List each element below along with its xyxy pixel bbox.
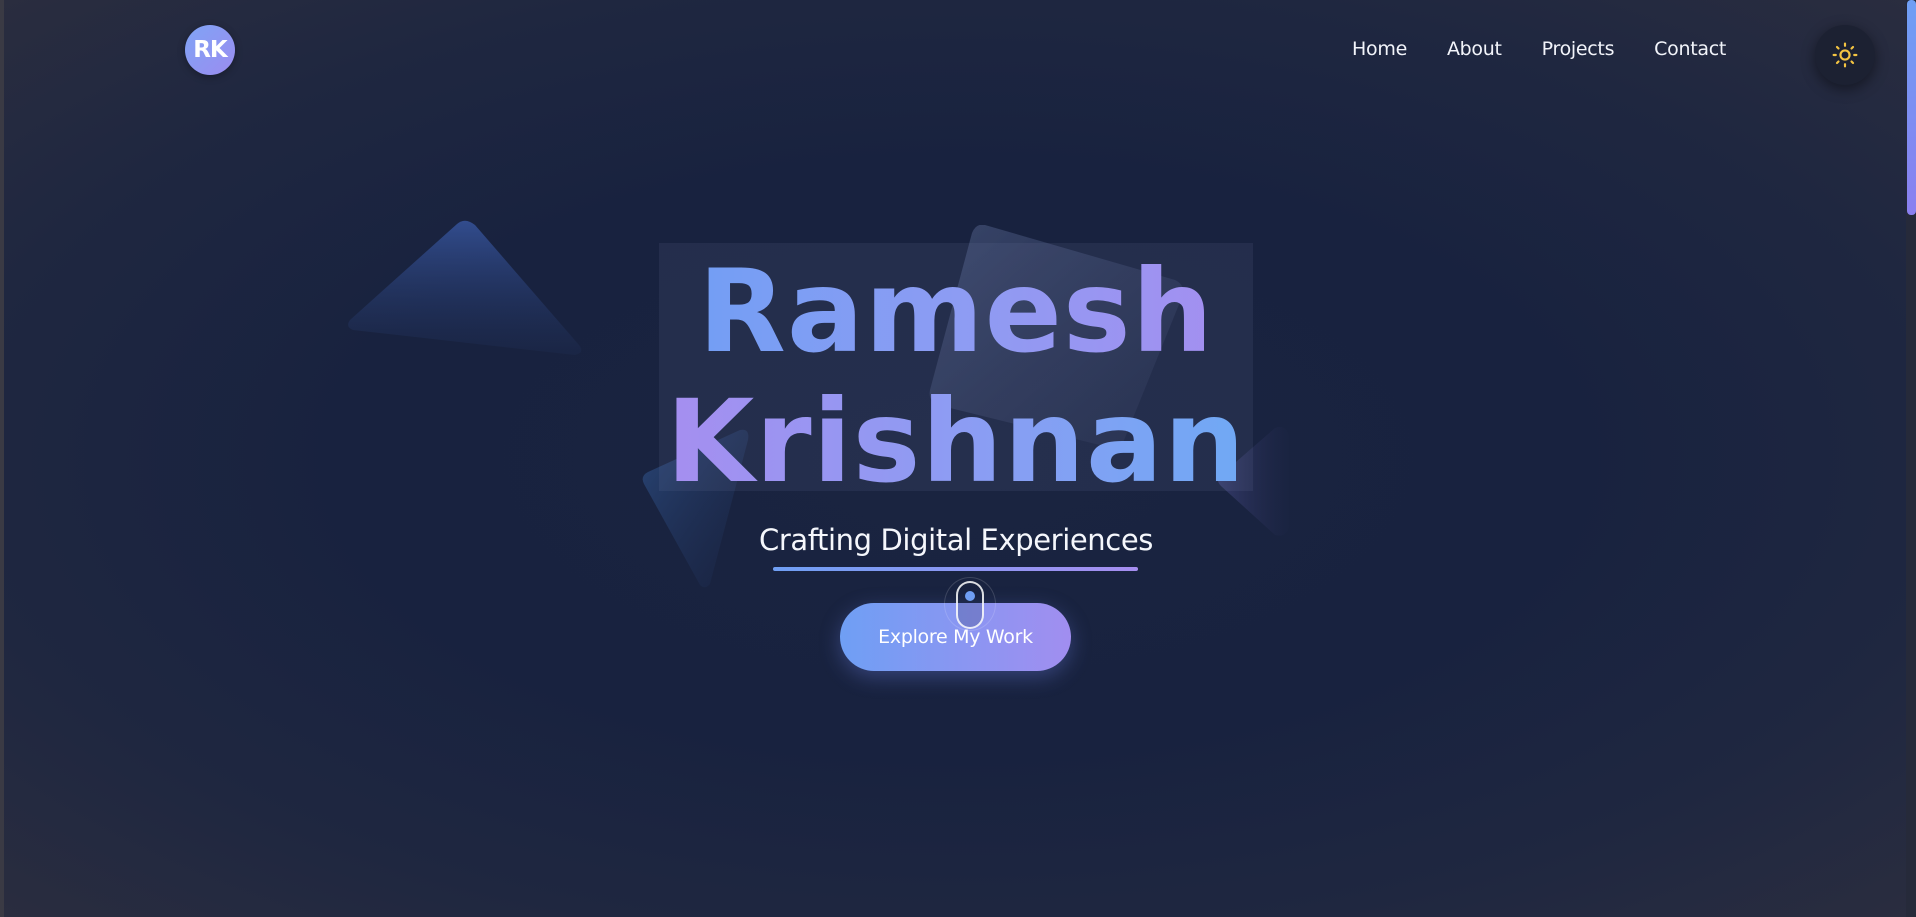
sun-icon (1832, 42, 1858, 68)
tagline-underline (773, 567, 1138, 571)
decorative-triangle-left (348, 220, 582, 355)
scrollbar-thumb[interactable] (1907, 0, 1916, 215)
scrollbar-track[interactable] (1906, 0, 1916, 917)
hero-tagline: Crafting Digital Experiences (759, 523, 1153, 557)
nav-item-home[interactable]: Home (1352, 38, 1407, 60)
hero-first-name: Ramesh (659, 248, 1253, 376)
logo-text: RK (193, 37, 228, 63)
scroll-dot (965, 591, 975, 601)
window-edge (0, 0, 4, 917)
theme-toggle-button[interactable] (1815, 25, 1875, 85)
nav-item-contact[interactable]: Contact (1654, 38, 1726, 60)
hero-page: RK Home About Projects Contact Ramesh Kr… (0, 0, 1916, 917)
main-nav: Home About Projects Contact (1352, 38, 1726, 60)
nav-item-about[interactable]: About (1447, 38, 1502, 60)
logo[interactable]: RK (185, 25, 235, 75)
hero-last-name: Krishnan (659, 378, 1253, 506)
mouse-scroll-icon[interactable] (956, 581, 984, 629)
nav-item-projects[interactable]: Projects (1542, 38, 1615, 60)
